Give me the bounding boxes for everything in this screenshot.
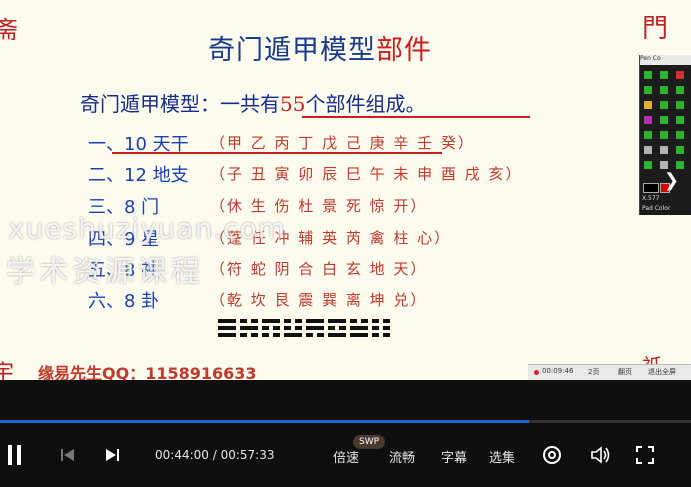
slide-title: 奇门遁甲模型部件	[208, 35, 432, 66]
trigram-broken-line	[350, 319, 357, 323]
seal-left-bottom-icon: 宇	[0, 361, 15, 380]
trigram-broken-line	[295, 326, 302, 330]
trigram-broken-line	[317, 333, 324, 337]
component-items: （甲 乙 丙 丁 戊 己 庚 辛 壬 癸）	[210, 134, 475, 152]
trigram-broken-line	[339, 326, 346, 330]
component-label: 六、8 卦	[88, 291, 160, 312]
episodes-button[interactable]: 选集	[489, 447, 515, 466]
trigram-line	[328, 333, 346, 337]
pen-tool-icon[interactable]	[676, 131, 684, 139]
pen-tool-icon[interactable]	[644, 101, 652, 109]
progress-fill	[0, 420, 529, 423]
pen-tool-icon[interactable]	[644, 71, 652, 79]
component-items: （符 蛇 阴 合 白 玄 地 天）	[210, 260, 428, 278]
trigram-line	[306, 326, 324, 330]
trigram-broken-line	[361, 319, 368, 323]
trigram-broken-line	[295, 319, 302, 323]
pen-tool-icon[interactable]	[660, 116, 668, 124]
time-display: 00:44:00 / 00:57:33	[155, 448, 275, 462]
video-frame[interactable]: 斋 門 宇 祇 奇门遁甲模型部件 奇门遁甲模型：一共有55个部件组成。 一、10…	[0, 0, 691, 380]
contact-qq: 缘易先生QQ：1158916633	[38, 364, 257, 380]
slide-bar-time: 00:09:46	[542, 367, 574, 375]
pen-tool-icon[interactable]	[676, 86, 684, 94]
trigram-broken-line	[262, 326, 269, 330]
slide-bar-flip[interactable]: 翻页	[618, 367, 632, 377]
row1-underline	[112, 152, 442, 154]
trigram-line	[218, 326, 236, 330]
trigram-broken-line	[240, 333, 247, 337]
trigram-line	[218, 333, 236, 337]
component-items: （子 丑 寅 卯 辰 巳 午 未 申 酉 戌 亥）	[210, 165, 523, 183]
pen-tool-icon[interactable]	[644, 116, 652, 124]
pen-tool-icon[interactable]	[644, 146, 652, 154]
trigram-broken-line	[284, 319, 291, 323]
pen-tool-icon[interactable]	[660, 101, 668, 109]
trigram-broken-line	[273, 333, 280, 337]
summary-underline	[302, 116, 530, 118]
player-controls: 00:44:00 / 00:57:33 SWP 倍速 流畅 字幕 选集	[0, 380, 691, 487]
fullscreen-icon[interactable]	[636, 446, 654, 464]
progress-bar[interactable]	[0, 420, 691, 423]
record-dot-icon	[534, 370, 539, 375]
pen-tool-icon[interactable]	[676, 116, 684, 124]
trigram-broken-line	[328, 326, 335, 330]
volume-icon[interactable]	[590, 445, 612, 465]
pen-tool-icon[interactable]	[660, 161, 668, 169]
pen-size-label: X.577	[642, 195, 660, 202]
watermark-title: 学术资源课程	[6, 254, 205, 288]
trigram-broken-line	[306, 333, 313, 337]
slide-summary: 奇门遁甲模型：一共有55个部件组成。	[80, 92, 426, 116]
trigram-line	[328, 319, 346, 323]
slide-control-bar[interactable]: 00:09:46 2页 翻页 退出全屏	[528, 364, 691, 380]
trigram-broken-line	[251, 319, 258, 323]
trigram-broken-line	[273, 326, 280, 330]
pen-tool-icon[interactable]	[660, 71, 668, 79]
trigram-line	[350, 333, 368, 337]
pen-tool-icon[interactable]	[644, 86, 652, 94]
trigram-broken-line	[262, 333, 269, 337]
component-label: 二、12 地支	[88, 165, 189, 186]
trigram-broken-line	[383, 326, 390, 330]
trigram-broken-line	[372, 333, 379, 337]
trigram-broken-line	[284, 326, 291, 330]
pen-tool-icon[interactable]	[644, 161, 652, 169]
slide-bar-exit-fullscreen[interactable]: 退出全屏	[648, 367, 676, 377]
pause-icon[interactable]	[6, 444, 24, 466]
pen-tool-icon[interactable]	[644, 131, 652, 139]
component-items: （乾 坎 艮 震 巽 离 坤 兑）	[210, 291, 428, 309]
seal-right-top-icon: 門	[642, 14, 669, 44]
pen-color-swatch[interactable]	[643, 183, 659, 193]
trigram-symbols	[218, 319, 390, 337]
pen-tool-icon[interactable]	[676, 101, 684, 109]
pen-tool-icon[interactable]	[676, 146, 684, 154]
speed-button[interactable]: 倍速	[333, 447, 359, 466]
trigram-line	[306, 319, 324, 323]
subtitle-button[interactable]: 字幕	[441, 447, 467, 466]
next-icon[interactable]	[104, 447, 120, 463]
trigram-line	[350, 326, 368, 330]
trigram-broken-line	[372, 326, 379, 330]
pen-tool-icon[interactable]	[660, 131, 668, 139]
trigram-line	[240, 326, 258, 330]
watermark-url: xueshuziyuan.com	[8, 212, 287, 245]
pen-tool-icon[interactable]	[660, 146, 668, 154]
pen-tool-icon[interactable]	[660, 86, 668, 94]
trigram-line	[284, 333, 302, 337]
trigram-broken-line	[372, 319, 379, 323]
slide-bar-pages[interactable]: 2页	[588, 367, 599, 377]
pen-tool-header: Pen Co	[640, 55, 691, 65]
trigram-broken-line	[251, 333, 258, 337]
next-slide-chevron-icon[interactable]: ❯	[664, 170, 686, 192]
pen-tool-icon[interactable]	[676, 161, 684, 169]
trigram-broken-line	[383, 319, 390, 323]
pad-color-label: Pad Color	[642, 205, 671, 212]
trigram-line	[262, 319, 280, 323]
quality-button[interactable]: 流畅	[389, 447, 415, 466]
trigram-line	[218, 319, 236, 323]
settings-gear-icon[interactable]	[542, 445, 562, 465]
previous-icon[interactable]	[60, 447, 76, 463]
trigram-broken-line	[383, 333, 390, 337]
pen-tool-icon[interactable]	[676, 71, 684, 79]
trigram-broken-line	[240, 319, 247, 323]
